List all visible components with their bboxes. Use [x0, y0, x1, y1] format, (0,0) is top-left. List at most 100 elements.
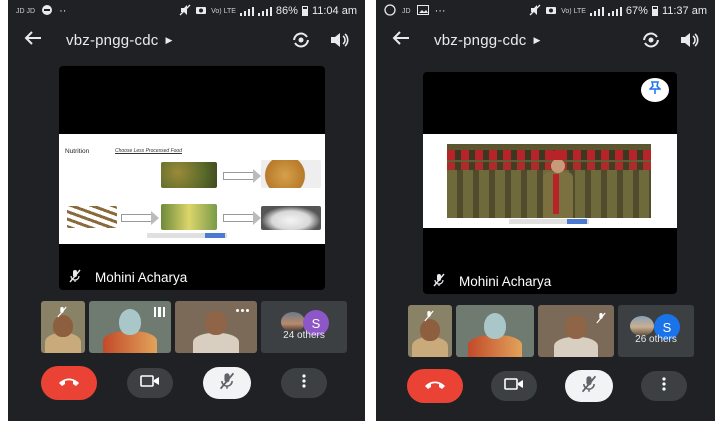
- others-tile[interactable]: S 24 others: [261, 301, 347, 353]
- clock: 11:04 am: [311, 5, 357, 17]
- slide-arrow: [223, 169, 261, 183]
- more-options-button[interactable]: [641, 371, 687, 401]
- dropdown-caret-icon[interactable]: ▶: [533, 35, 540, 46]
- status-bar: JD ··· Vo) LTE 67% 11:37 am: [376, 0, 715, 22]
- participant-strip: S 24 others: [41, 301, 347, 353]
- microphone-button[interactable]: [203, 367, 251, 399]
- participant-avatar-photo: [281, 312, 305, 332]
- speaker-icon[interactable]: [679, 30, 699, 50]
- switch-camera-icon[interactable]: [291, 30, 311, 50]
- participant-avatar-photo: [630, 316, 654, 336]
- alarm-icon: [195, 4, 207, 19]
- status-bar: JD JD ·· Vo) LTE 86% 11:04 am: [8, 0, 365, 22]
- participant-tile[interactable]: [175, 301, 257, 353]
- presenter-name: Mohini Acharya: [95, 270, 188, 285]
- participant-tile[interactable]: [408, 305, 452, 357]
- mic-off-icon: [219, 372, 235, 395]
- meeting-code[interactable]: vbz-pngg-cdc: [434, 32, 526, 49]
- microphone-button[interactable]: [565, 370, 613, 402]
- presenter-name: Mohini Acharya: [459, 274, 552, 289]
- status-more-dots: ··: [59, 5, 67, 17]
- others-count: 24 others: [283, 330, 325, 341]
- speaker-icon[interactable]: [329, 30, 349, 50]
- signal-icon: [239, 6, 254, 16]
- slide-controls-bar: [509, 219, 589, 224]
- pin-icon: [648, 80, 662, 100]
- signal-icon-2: [257, 6, 272, 16]
- mic-off-icon: [424, 309, 434, 327]
- participant-tile[interactable]: [538, 305, 614, 357]
- participant-tile[interactable]: [456, 305, 534, 357]
- presentation-stage[interactable]: Mohini Acharya: [423, 72, 677, 294]
- participant-strip: S 26 others: [408, 305, 694, 357]
- food-image-sugar: [261, 206, 321, 230]
- end-call-button[interactable]: [41, 366, 97, 400]
- camera-button[interactable]: [127, 368, 173, 398]
- participant-video: [456, 305, 534, 357]
- mic-off-icon: [433, 273, 445, 290]
- signal-icon-2: [607, 6, 622, 16]
- mic-off-icon: [596, 311, 606, 329]
- pin-button[interactable]: [641, 78, 669, 102]
- clock: 11:37 am: [661, 5, 707, 17]
- others-count: 26 others: [635, 334, 677, 345]
- more-options-icon: [302, 373, 306, 393]
- end-call-button[interactable]: [407, 369, 463, 403]
- back-arrow-icon[interactable]: [24, 29, 50, 52]
- slide-subtitle: Choose Less Processed Food: [115, 148, 182, 154]
- presenter-label: Mohini Acharya: [433, 273, 551, 290]
- others-tile[interactable]: S 26 others: [618, 305, 694, 357]
- dropdown-caret-icon[interactable]: ▶: [165, 35, 172, 46]
- more-dots-icon: [236, 309, 249, 312]
- battery-icon: [301, 6, 308, 16]
- status-notification-glyphs: JD: [402, 7, 411, 15]
- camera-button[interactable]: [491, 371, 537, 401]
- chat-bubble-icon: [41, 4, 53, 19]
- end-call-icon: [424, 377, 446, 395]
- slide-arrow: [121, 211, 159, 225]
- mic-off-icon: [581, 375, 597, 398]
- camera-icon: [140, 374, 160, 393]
- mic-off-icon: [69, 269, 81, 286]
- slide-arrow: [223, 211, 261, 225]
- call-controls: [41, 366, 327, 400]
- slide-title: Nutrition: [65, 148, 90, 155]
- meeting-top-bar: vbz-pngg-cdc ▶: [8, 24, 365, 56]
- shared-slide: [423, 134, 677, 228]
- phone-screen-left: JD JD ·· Vo) LTE 86% 11:04 am vbz-pngg-c…: [8, 0, 365, 421]
- signal-icon: [589, 6, 604, 16]
- camera-icon: [504, 377, 524, 396]
- food-image-juice: [161, 204, 217, 230]
- food-image-sugarcane: [67, 206, 117, 228]
- status-notification-glyphs: JD JD: [16, 7, 36, 15]
- battery-percent: 86%: [275, 5, 298, 17]
- meeting-code[interactable]: vbz-pngg-cdc: [66, 32, 158, 49]
- presentation-stage[interactable]: Nutrition Choose Less Processed Food Moh…: [59, 66, 325, 290]
- switch-camera-icon[interactable]: [641, 30, 661, 50]
- status-more-dots: ···: [434, 5, 446, 17]
- mic-off-icon: [57, 305, 67, 323]
- alarm-icon: [545, 4, 557, 19]
- meeting-top-bar: vbz-pngg-cdc ▶: [376, 24, 715, 56]
- saluting-cadet: [539, 150, 577, 218]
- food-image-grain: [161, 162, 217, 188]
- battery-icon: [651, 6, 658, 16]
- network-label: Vo) LTE: [561, 7, 586, 15]
- shared-slide: Nutrition Choose Less Processed Food: [59, 134, 325, 244]
- more-options-button[interactable]: [281, 368, 327, 398]
- back-arrow-icon[interactable]: [392, 29, 418, 52]
- slide-photo-cadets: [447, 144, 651, 218]
- whatsapp-icon: [384, 3, 396, 19]
- participant-tile[interactable]: [89, 301, 171, 353]
- call-controls: [407, 369, 687, 403]
- image-icon: [416, 4, 429, 18]
- end-call-icon: [58, 374, 80, 392]
- more-options-icon: [662, 376, 666, 396]
- battery-percent: 67%: [625, 5, 648, 17]
- presenter-label: Mohini Acharya: [69, 269, 187, 286]
- mute-notification-icon: [529, 4, 541, 19]
- participant-tile[interactable]: [41, 301, 85, 353]
- speaking-indicator-icon: [153, 307, 165, 317]
- slide-controls-bar: [147, 233, 227, 238]
- food-image-snack: [261, 160, 321, 188]
